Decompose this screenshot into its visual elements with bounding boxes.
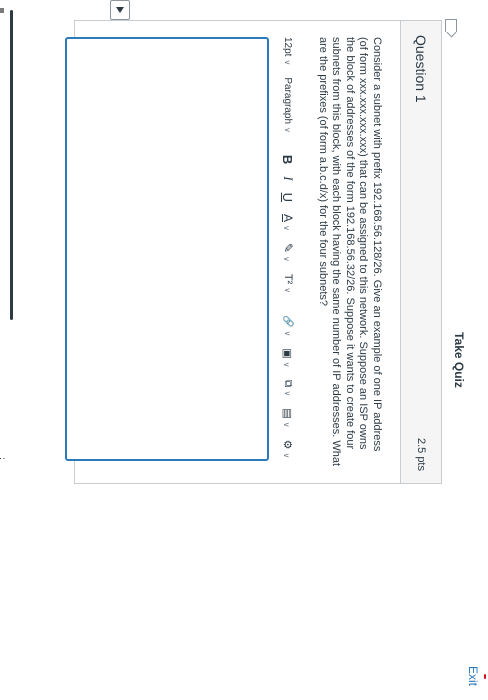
chevron-down-icon: ∨ bbox=[283, 59, 293, 66]
tools-icon: ⚙ bbox=[281, 439, 294, 450]
underline-button[interactable]: U bbox=[281, 193, 296, 202]
text-color-icon: A bbox=[281, 214, 295, 223]
chevron-down-icon: ∨ bbox=[283, 127, 293, 133]
superscript-button[interactable]: T² ∨ bbox=[282, 274, 294, 293]
text-color-button[interactable]: A∨ bbox=[281, 214, 295, 231]
question-points: 2.5 pts bbox=[415, 437, 427, 471]
link-icon: 🔗 bbox=[282, 315, 294, 328]
chevron-down-icon: ∨ bbox=[282, 452, 292, 459]
page-title: Take Quiz bbox=[452, 332, 466, 388]
document-button[interactable]: ▤∨ bbox=[282, 408, 295, 427]
scroll-indicator bbox=[10, 10, 13, 320]
flag-icon[interactable] bbox=[445, 19, 457, 32]
document-icon: ▤ bbox=[281, 408, 294, 419]
exit-link[interactable]: Exit bbox=[466, 666, 480, 686]
italic-button[interactable]: I bbox=[280, 176, 296, 180]
bold-button[interactable]: B bbox=[281, 155, 296, 164]
question-header: Question 1 2.5 pts bbox=[400, 21, 441, 483]
tools-button[interactable]: ⚙∨ bbox=[282, 440, 295, 459]
question-title: Question 1 bbox=[413, 35, 429, 103]
paragraph-label: Paragraph bbox=[282, 77, 294, 125]
chevron-down-icon: ∨ bbox=[283, 287, 292, 294]
chevron-down-icon: ∨ bbox=[282, 225, 291, 231]
chevron-down-icon: ∨ bbox=[282, 255, 291, 262]
chevron-down-icon: ∨ bbox=[282, 361, 292, 368]
image-button[interactable]: ▣∨ bbox=[282, 348, 295, 367]
media-icon: ⧉ bbox=[282, 379, 295, 388]
media-button[interactable]: ⧉∨ bbox=[282, 380, 295, 397]
question-text: Consider a subnet with prefix 192.168.56… bbox=[317, 37, 383, 467]
link-button[interactable]: 🔗∨ bbox=[283, 315, 294, 336]
exit-indicator bbox=[484, 674, 486, 679]
highlight-button[interactable]: ✎∨ bbox=[281, 243, 295, 262]
chevron-down-icon: ∨ bbox=[282, 421, 292, 428]
answer-editor[interactable] bbox=[65, 37, 269, 461]
more-options-icon[interactable]: ⋮ bbox=[0, 454, 6, 463]
question-card: Question 1 2.5 pts Consider a subnet wit… bbox=[65, 19, 457, 484]
edge-marker bbox=[0, 8, 4, 13]
dropdown-arrow-icon[interactable] bbox=[110, 0, 130, 20]
chevron-down-icon: ∨ bbox=[283, 330, 293, 337]
highlight-icon: ✎ bbox=[281, 242, 295, 253]
rotated-page: Take Quiz Exit Question 1 2.5 pts Consid… bbox=[0, 0, 488, 700]
superscript-icon: T² bbox=[282, 273, 294, 285]
font-size-select[interactable]: 12pt ∨ bbox=[283, 37, 294, 65]
editor-toolbar: 12pt∨ Paragraph∨ B I U A∨ ✎∨ T²∨ 🔗∨ ▣∨ ⧉… bbox=[273, 37, 303, 467]
paragraph-select[interactable]: Paragraph ∨ bbox=[283, 77, 294, 133]
chevron-down-icon: ∨ bbox=[283, 390, 293, 397]
image-icon: ▣ bbox=[281, 348, 294, 359]
font-size-label: 12pt bbox=[282, 37, 294, 57]
